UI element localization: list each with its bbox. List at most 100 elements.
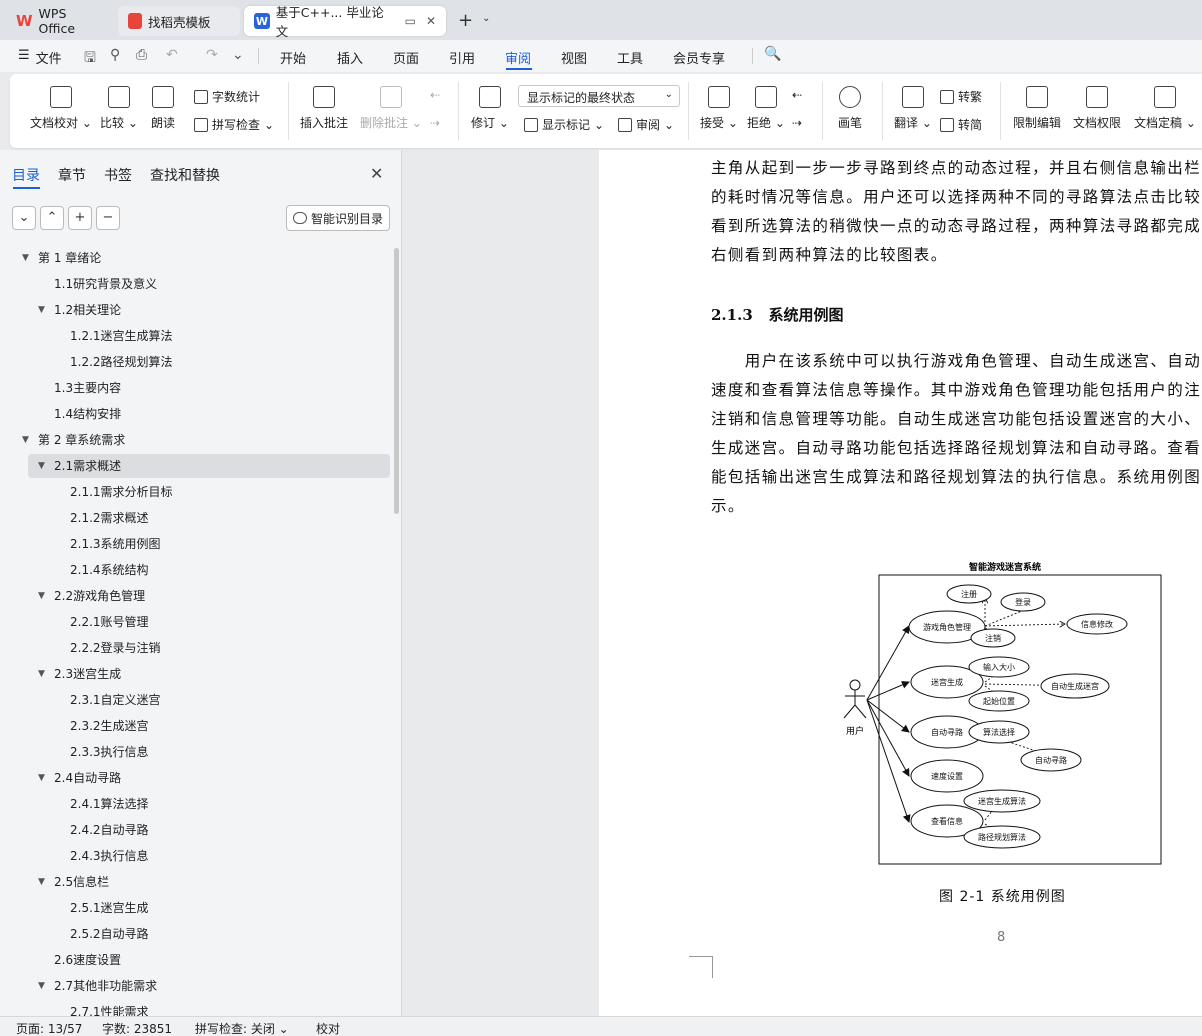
compare-button[interactable]: 比较 ⌄ [100,86,138,131]
word-count-button[interactable]: 字数统计 [194,88,260,105]
translate-button[interactable]: 翻译 ⌄ [894,86,932,131]
toc-item[interactable]: ▼ 第 1 章绪论 [0,246,390,270]
reject-button[interactable]: 拒绝 ⌄ [747,86,785,131]
remove-heading-icon[interactable]: − [96,206,120,230]
status-proofread[interactable]: 校对 [316,1020,340,1036]
toc-item[interactable]: 1.2.2路径规划算法 [0,350,390,374]
expand-arrow-icon[interactable]: ▼ [38,766,45,790]
tab-wps-office[interactable]: W WPS Office [6,6,114,36]
toc-item[interactable]: 2.4.3执行信息 [0,844,390,868]
status-word-count[interactable]: 字数: 23851 [102,1020,172,1036]
tab-window-icon[interactable]: ▭ [405,14,416,28]
status-page[interactable]: 页面: 13/57 [16,1020,82,1036]
new-tab-icon[interactable]: + [458,10,473,31]
expand-arrow-icon[interactable]: ▼ [38,662,45,686]
toc-item[interactable]: ▼ 2.7其他非功能需求 [0,974,390,998]
use-case-diagram[interactable]: 智能游戏迷宫系统 用户 游戏角色管理 注册 登录 信息修改 注销 迷宫生成 输入… [839,560,1169,870]
close-tab-icon[interactable]: ✕ [426,14,436,28]
toc-item[interactable]: 2.5.1迷宫生成 [0,896,390,920]
menu-page[interactable]: 页面 [393,48,419,67]
expand-arrow-icon[interactable]: ▼ [38,454,45,478]
doc-check-button[interactable]: 文档校对 ⌄ [30,86,92,131]
toc-item[interactable]: 2.1.3系统用例图 [0,532,390,556]
toc-item[interactable]: 2.6速度设置 [0,948,390,972]
save-icon[interactable]: 🖫 [84,47,96,71]
tab-templates[interactable]: 找稻壳模板 [118,6,240,36]
menu-review[interactable]: 审阅 [505,48,531,67]
toc-item[interactable]: 1.1研究背景及意义 [0,272,390,296]
review-pane-button[interactable]: 审阅 ⌄ [618,116,674,133]
tab-list-chevron-icon[interactable]: ⌄ [482,13,490,24]
track-changes-button[interactable]: 修订 ⌄ [471,86,509,131]
to-traditional-button[interactable]: 转繁 [940,88,982,105]
expand-arrow-icon[interactable]: ▼ [38,974,45,998]
accept-button[interactable]: 接受 ⌄ [700,86,738,131]
print-preview-icon[interactable]: ⎙ [136,47,147,63]
spell-check-button[interactable]: 拼写检查 ⌄ [194,116,274,133]
expand-arrow-icon[interactable]: ▼ [38,870,45,894]
toc-item[interactable]: ▼ 2.5信息栏 [0,870,390,894]
toc-item[interactable]: ▼ 2.3迷宫生成 [0,662,390,686]
expand-arrow-icon[interactable]: ▼ [38,584,45,608]
show-markup-button[interactable]: 显示标记 ⌄ [524,116,604,133]
pen-button[interactable]: 画笔 [838,86,862,131]
menu-start[interactable]: 开始 [280,48,306,67]
next-change-icon[interactable]: ⇢ [792,116,802,130]
next-comment-icon[interactable]: ⇢ [430,116,440,130]
toc-item[interactable]: 2.1.2需求概述 [0,506,390,530]
toc-item[interactable]: ▼ 1.2相关理论 [0,298,390,322]
toc-item[interactable]: 2.2.1账号管理 [0,610,390,634]
expand-arrow-icon[interactable]: ▼ [22,246,29,270]
tab-toc[interactable]: 目录 [12,165,40,185]
toc-item[interactable]: 2.1.4系统结构 [0,558,390,582]
finalize-button[interactable]: 文档定稿 ⌄ [1134,86,1196,131]
toc-item[interactable]: 2.4.2自动寻路 [0,818,390,842]
toc-item[interactable]: ▼ 2.1需求概述 [28,454,390,478]
menu-member[interactable]: 会员专享 [673,48,725,67]
toc-item[interactable]: ▼ 第 2 章系统需求 [0,428,390,452]
toc-item[interactable]: 2.2.2登录与注销 [0,636,390,660]
restrict-edit-button[interactable]: 限制编辑 [1013,86,1061,131]
toc-item[interactable]: ▼ 2.4自动寻路 [0,766,390,790]
doc-permission-button[interactable]: 文档权限 [1073,86,1121,131]
to-simplified-button[interactable]: 转简 [940,116,982,133]
delete-comment-button[interactable]: 删除批注 ⌄ [360,86,422,131]
menu-insert[interactable]: 插入 [337,48,363,67]
undo-icon[interactable]: ↶ [166,47,178,63]
toc-scrollbar[interactable] [394,248,399,514]
menu-reference[interactable]: 引用 [449,48,475,67]
menu-view[interactable]: 视图 [561,48,587,67]
toc-item[interactable]: 2.5.2自动寻路 [0,922,390,946]
tab-bookmarks[interactable]: 书签 [104,165,132,185]
menu-tools[interactable]: 工具 [617,48,643,67]
share-icon[interactable]: ⚲ [110,47,120,63]
toc-item[interactable]: 1.4结构安排 [0,402,390,426]
collapse-down-icon[interactable]: ⌄ [12,206,36,230]
search-icon[interactable]: 🔍 [764,46,781,62]
file-menu[interactable]: ☰ 文件 [18,48,62,67]
expand-arrow-icon[interactable]: ▼ [22,428,29,452]
add-heading-icon[interactable]: + [68,206,92,230]
toc-item[interactable]: 2.7.1性能需求 [0,1000,390,1016]
read-aloud-button[interactable]: 朗读 [151,86,175,131]
toc-item[interactable]: 2.3.2生成迷宫 [0,714,390,738]
toc-item[interactable]: 1.2.1迷宫生成算法 [0,324,390,348]
toc-item[interactable]: 2.3.1自定义迷宫 [0,688,390,712]
tab-chapters[interactable]: 章节 [58,165,86,185]
prev-change-icon[interactable]: ⇠ [792,88,802,102]
smart-toc-button[interactable]: 智能识别目录 [286,205,390,231]
expand-arrow-icon[interactable]: ▼ [38,298,45,322]
redo-icon[interactable]: ↷ [206,47,218,63]
tab-find-replace[interactable]: 查找和替换 [150,165,220,185]
toc-item[interactable]: 2.1.1需求分析目标 [0,480,390,504]
toc-item[interactable]: 1.3主要内容 [0,376,390,400]
markup-state-select[interactable]: 显示标记的最终状态 ⌄ [518,85,680,107]
toc-item[interactable]: 2.4.1算法选择 [0,792,390,816]
insert-comment-button[interactable]: 插入批注 [300,86,348,131]
toc-item[interactable]: ▼ 2.2游戏角色管理 [0,584,390,608]
tab-document[interactable]: W 基于C++... 毕业论文 ▭ ✕ [244,5,446,39]
expand-up-icon[interactable]: ⌃ [40,206,64,230]
status-spell-check[interactable]: 拼写检查: 关闭 ⌄ [195,1020,289,1036]
toc-item[interactable]: 2.3.3执行信息 [0,740,390,764]
more-chevron-icon[interactable]: ⌄ [232,47,244,63]
